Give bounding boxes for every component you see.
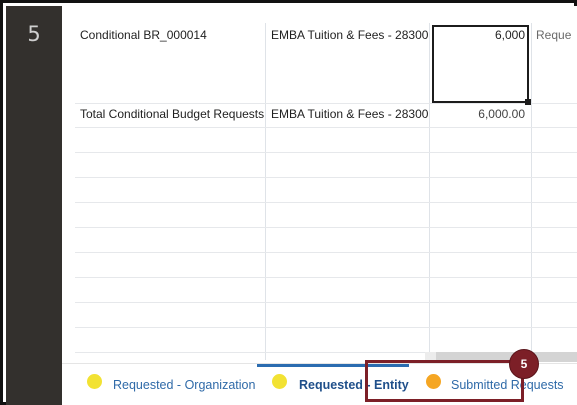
row-name-cell[interactable]: Conditional BR_000014 — [80, 28, 207, 42]
row-divider — [75, 152, 577, 153]
callout-badge: 5 — [509, 349, 539, 379]
row-divider — [75, 302, 577, 303]
column-divider — [531, 23, 532, 360]
row-divider — [75, 277, 577, 278]
tab-requested-organization[interactable]: Requested - Organization — [62, 364, 257, 405]
total-row-entity-cell[interactable]: EMBA Tuition & Fees - 28300 — [271, 107, 428, 121]
screenshot-frame: 5 Conditional BR_000014 EMBA Tuition & F… — [0, 0, 577, 405]
data-grid[interactable]: Conditional BR_000014 EMBA Tuition & Fee… — [75, 23, 577, 360]
status-dot-icon — [87, 374, 102, 389]
column-divider — [265, 23, 266, 360]
column-divider — [429, 23, 430, 360]
row-status-cell-clipped[interactable]: Reque — [536, 28, 571, 42]
row-divider — [75, 327, 577, 328]
selection-fill-handle[interactable] — [525, 99, 531, 105]
total-row-name-cell[interactable]: Total Conditional Budget Requests — [80, 107, 264, 121]
status-dot-icon — [272, 374, 287, 389]
total-row-value-cell[interactable]: 6,000.00 — [435, 107, 525, 121]
grid-left-gutter — [62, 6, 75, 360]
row-divider — [75, 103, 577, 104]
callout-highlight — [365, 360, 524, 402]
tab-label: Requested - Organization — [113, 378, 256, 392]
row-entity-cell[interactable]: EMBA Tuition & Fees - 28300 — [271, 28, 428, 42]
selected-cell-outline — [432, 25, 529, 103]
step-sidebar: 5 — [6, 6, 62, 405]
row-divider — [75, 127, 577, 128]
step-number: 5 — [27, 22, 41, 46]
row-divider — [75, 252, 577, 253]
row-divider — [75, 227, 577, 228]
content-area: Conditional BR_000014 EMBA Tuition & Fee… — [62, 6, 577, 405]
row-divider — [75, 202, 577, 203]
row-divider — [75, 177, 577, 178]
